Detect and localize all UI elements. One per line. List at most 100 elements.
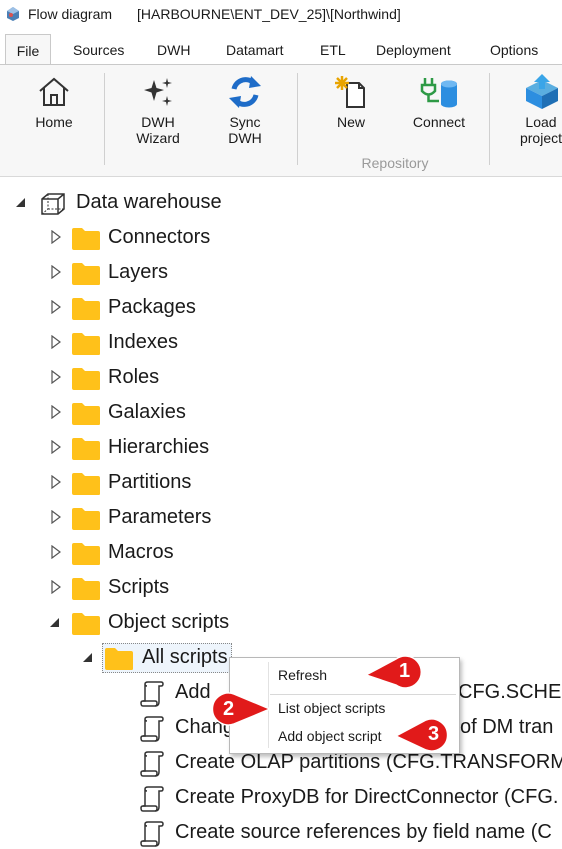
load-project-button[interactable]: Load project [512,65,562,165]
tree-node-label: Create ProxyDB for DirectConnector (CFG. [175,786,559,808]
tree-node-label: Hierarchies [108,436,210,458]
callout-marker: 2 [202,690,272,726]
callout-marker: 3 [394,717,460,753]
folder-icon [72,263,100,285]
script-icon [140,681,164,707]
tree-node-label: Object scripts [108,611,230,633]
home-label: Home [35,114,73,130]
tree-node-label: Indexes [108,331,179,353]
tree-node-label: Data warehouse [76,191,222,213]
expanded-arrow-icon[interactable] [14,195,26,209]
folder-icon [105,648,133,670]
collapsed-arrow-icon[interactable] [50,300,62,314]
folder-icon [72,473,100,495]
home-button[interactable]: Home [22,65,86,165]
tree-node-data-warehouse[interactable]: Data warehouse [0,187,562,219]
home-icon [39,77,69,106]
sync-icon [229,76,261,108]
tree-node-partitions[interactable]: Partitions [0,467,562,499]
tree-node-label: Macros [108,541,174,563]
tree-node-script[interactable]: Create source references by field name (… [0,817,562,849]
tab-sources[interactable]: Sources [73,42,124,58]
dwh-wizard-label: DWH Wizard [136,114,180,146]
collapsed-arrow-icon[interactable] [50,510,62,524]
sync-dwh-button[interactable]: Sync DWH [211,65,279,165]
menu-item-label: Refresh [278,667,328,683]
connect-button[interactable]: Connect [404,65,474,165]
sparkle-wizard-icon [144,78,172,106]
new-button[interactable]: New [318,65,384,165]
load-project-label: Load project [519,114,562,146]
collapsed-arrow-icon[interactable] [50,265,62,279]
folder-icon [72,578,100,600]
tab-deployment[interactable]: Deployment [376,42,451,58]
collapsed-arrow-icon[interactable] [50,370,62,384]
callout-number: 3 [428,723,440,745]
tree-node-label-tail: of DM tran [460,716,554,738]
dwh-wizard-button[interactable]: DWH Wizard [124,65,192,165]
folder-icon [72,368,100,390]
sync-dwh-label: Sync DWH [228,114,262,146]
tree-node-label: Connectors [108,226,211,248]
tree-node-label: All scripts [142,646,228,668]
tree-node-parameters[interactable]: Parameters [0,502,562,534]
folder-icon [72,298,100,320]
plug-database-icon [420,78,457,108]
tree-node-object-scripts[interactable]: Object scripts [0,607,562,639]
callout-number: 2 [223,698,235,720]
tree-node-label: Create source references by field name (… [175,821,552,843]
collapsed-arrow-icon[interactable] [50,405,62,419]
folder-icon [72,613,100,635]
folder-icon [72,508,100,530]
collapsed-arrow-icon[interactable] [50,475,62,489]
tree-node-connectors[interactable]: Connectors [0,222,562,254]
tab-dwh[interactable]: DWH [157,42,190,58]
folder-icon [72,333,100,355]
menu-separator [270,694,456,695]
tree-node-galaxies[interactable]: Galaxies [0,397,562,429]
tab-file[interactable]: File [5,34,51,65]
tree-node-label-tail: CFG.SCHEM [458,681,562,703]
ribbon-separator [489,73,490,165]
collapsed-arrow-icon[interactable] [50,230,62,244]
menu-item-label: Add object script [278,728,382,744]
tab-etl[interactable]: ETL [320,42,346,58]
expanded-arrow-icon[interactable] [81,650,93,664]
callout-marker: 1 [364,652,430,688]
expanded-arrow-icon[interactable] [48,615,60,629]
script-icon [140,786,164,812]
repository-group-label: Repository [361,155,429,171]
collapsed-arrow-icon[interactable] [50,580,62,594]
tree-node-scripts[interactable]: Scripts [0,572,562,604]
collapsed-arrow-icon[interactable] [50,545,62,559]
tree-node-script[interactable]: Create ProxyDB for DirectConnector (CFG. [0,782,562,814]
tree-node-hierarchies[interactable]: Hierarchies [0,432,562,464]
tree-node-label: Parameters [108,506,212,528]
callout-arrow-right-icon [211,692,272,726]
tree-node-roles[interactable]: Roles [0,362,562,394]
cube-icon [41,193,65,215]
folder-icon [72,543,100,565]
folder-icon [72,403,100,425]
folder-icon [72,228,100,250]
tree-node-label: Layers [108,261,169,283]
ribbon-separator [104,73,105,165]
connection-title: [HARBOURNE\ENT_DEV_25]\[Northwind] [137,6,401,22]
tree-node-indexes[interactable]: Indexes [0,327,562,359]
callout-arrow-left-icon [394,718,449,752]
tree-node-macros[interactable]: Macros [0,537,562,569]
new-document-icon [335,76,365,108]
tree-node-packages[interactable]: Packages [0,292,562,324]
app-logo-icon [7,7,19,21]
tab-options[interactable]: Options [490,42,538,58]
callout-arrow-left-icon [364,655,423,688]
tab-datamart[interactable]: Datamart [226,42,284,58]
collapsed-arrow-icon[interactable] [50,335,62,349]
tree-node-layers[interactable]: Layers [0,257,562,289]
folder-icon [72,438,100,460]
collapsed-arrow-icon[interactable] [50,440,62,454]
tree-node-label: Create OLAP partitions (CFG.TRANSFORM [175,751,562,773]
tree-node-label: Packages [108,296,196,318]
ribbon-panel: Home DWH Wizard Sync DWH New Connect Loa… [0,64,562,177]
title-bar: Flow diagram [HARBOURNE\ENT_DEV_25]\[Nor… [0,0,562,30]
